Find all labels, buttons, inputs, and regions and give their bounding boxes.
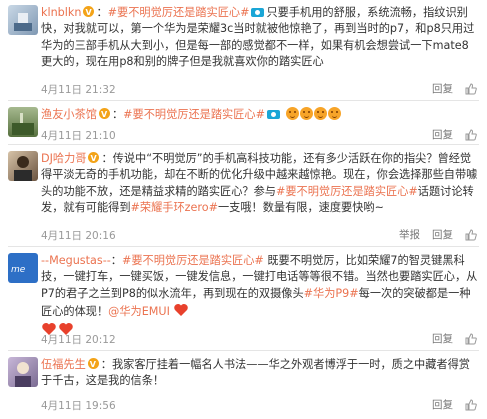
comment-actions: 举报 回复 xyxy=(399,227,477,242)
divider xyxy=(8,350,479,351)
grin-emoji-icon xyxy=(299,107,313,120)
reply-button[interactable]: 回复 xyxy=(432,127,453,142)
comment-item: DJ哈力哥：传说中“不明觉厉”的手机高科技功能，还有多少活跃在你的指尖？曾经觉得… xyxy=(0,146,487,246)
grin-emoji-icon xyxy=(313,107,327,120)
divider xyxy=(8,144,479,145)
divider xyxy=(8,100,479,101)
avatar-image-icon xyxy=(12,113,34,135)
comment-timestamp: 4月11日 21:10 xyxy=(41,130,116,142)
reply-button[interactable]: 回复 xyxy=(432,397,453,412)
avatar[interactable] xyxy=(8,357,38,387)
grin-emoji-icon xyxy=(285,107,299,120)
comment-feed: klnblkn：#要不明觉厉还是踏实匠心#只要手机用的舒服，系统流畅，指纹识别快… xyxy=(0,0,487,419)
avatar[interactable] xyxy=(8,5,38,35)
svg-text:me: me xyxy=(11,265,26,275)
camera-icon xyxy=(251,8,265,17)
avatar[interactable] xyxy=(8,151,38,181)
comment-actions: 回复 xyxy=(432,397,477,412)
thumbs-up-icon xyxy=(465,82,477,94)
comment-item: klnblkn：#要不明觉厉还是踏实匠心#只要手机用的舒服，系统流畅，指纹识别快… xyxy=(0,0,487,102)
hashtag-link[interactable]: #荣耀手环zero# xyxy=(131,201,218,214)
comment-actions: 回复 xyxy=(432,331,477,346)
comment-text: --Megustas--：#要不明觉厉还是踏实匠心# 既要不明觉厉，比如荣耀7的… xyxy=(41,253,479,339)
comment-item: 伍福先生：我家客厅挂着一幅名人书法——华之外观者博浮于一时，质之中藏者得赏于千古… xyxy=(0,352,487,419)
verified-badge-icon xyxy=(83,5,95,21)
comment-timestamp: 4月11日 20:12 xyxy=(41,334,116,346)
thumbs-up-icon xyxy=(465,128,477,140)
comment-timestamp: 4月11日 19:56 xyxy=(41,400,116,412)
comment-text-segment: ：我家客厅挂着一幅名人书法——华之外观者博浮于一时，质之中藏者得赏于千古，这是我… xyxy=(41,358,470,388)
hashtag-link[interactable]: #要不明觉厉还是踏实匠心# xyxy=(276,185,418,198)
thumbs-up-icon xyxy=(465,228,477,240)
verified-badge-icon xyxy=(88,151,100,167)
like-button[interactable] xyxy=(465,332,477,345)
avatar-image-icon: me xyxy=(11,265,26,275)
hashtag-link[interactable]: #要不明觉厉还是踏实匠心# xyxy=(123,108,265,121)
hashtag-link[interactable]: #要不明觉厉还是踏实匠心# xyxy=(122,254,264,267)
avatar[interactable]: me xyxy=(8,253,38,283)
divider xyxy=(8,246,479,247)
comment-username[interactable]: DJ哈力哥 xyxy=(41,152,86,165)
grin-emoji-icon xyxy=(327,107,341,120)
avatar-image-icon xyxy=(15,362,31,387)
comment-text: 伍福先生：我家客厅挂着一幅名人书法——华之外观者博浮于一时，质之中藏者得赏于千古… xyxy=(41,357,479,390)
comment-actions: 回复 xyxy=(432,81,477,96)
comment-item: me --Megustas--：#要不明觉厉还是踏实匠心# 既要不明觉厉，比如荣… xyxy=(0,248,487,348)
like-button[interactable] xyxy=(465,228,477,241)
verified-badge-icon xyxy=(98,107,110,123)
comment-username[interactable]: 渔友小茶馆 xyxy=(41,108,97,121)
comment-text: DJ哈力哥：传说中“不明觉厉”的手机高科技功能，还有多少活跃在你的指尖？曾经觉得… xyxy=(41,151,479,217)
thumbs-up-icon xyxy=(465,398,477,410)
reply-button[interactable]: 回复 xyxy=(432,81,453,96)
hashtag-link[interactable]: #要不明觉厉还是踏实匠心# xyxy=(108,6,250,19)
comment-item: 渔友小茶馆 ：#要不明觉厉还是踏实匠心# 4月11日 21:10 回复 xyxy=(0,102,487,144)
like-button[interactable] xyxy=(465,398,477,411)
reply-button[interactable]: 回复 xyxy=(432,227,453,242)
thumbs-up-icon xyxy=(465,332,477,344)
comment-text-segment: ： xyxy=(110,254,122,267)
hashtag-link[interactable]: #华为P9# xyxy=(304,287,359,300)
like-button[interactable] xyxy=(465,128,477,141)
comment-actions: 回复 xyxy=(432,127,477,142)
comment-username[interactable]: 伍福先生 xyxy=(41,358,86,371)
mention-link[interactable]: @华为EMUI xyxy=(108,305,170,318)
camera-icon xyxy=(266,110,280,119)
comment-username[interactable]: klnblkn xyxy=(41,6,81,19)
comment-text: 渔友小茶馆 ：#要不明觉厉还是踏实匠心# xyxy=(41,107,479,123)
avatar[interactable] xyxy=(8,107,38,137)
comment-timestamp: 4月11日 20:16 xyxy=(41,230,116,242)
comment-username[interactable]: --Megustas-- xyxy=(41,254,111,267)
like-button[interactable] xyxy=(465,82,477,95)
reply-button[interactable]: 回复 xyxy=(432,331,453,346)
report-button[interactable]: 举报 xyxy=(399,227,420,242)
verified-badge-icon xyxy=(87,357,99,373)
comment-text-segment: ： xyxy=(96,6,108,19)
avatar-image-icon xyxy=(14,156,32,181)
comment-text-segment: 一支哦！数量有限，速度要快哟~ xyxy=(217,201,384,215)
comment-text: klnblkn：#要不明觉厉还是踏实匠心#只要手机用的舒服，系统流畅，指纹识别快… xyxy=(41,5,479,71)
heart-icon xyxy=(174,304,189,317)
comment-text-segment: ： xyxy=(111,108,124,121)
comment-timestamp: 4月11日 21:32 xyxy=(41,84,116,96)
avatar-image-icon xyxy=(14,13,32,31)
